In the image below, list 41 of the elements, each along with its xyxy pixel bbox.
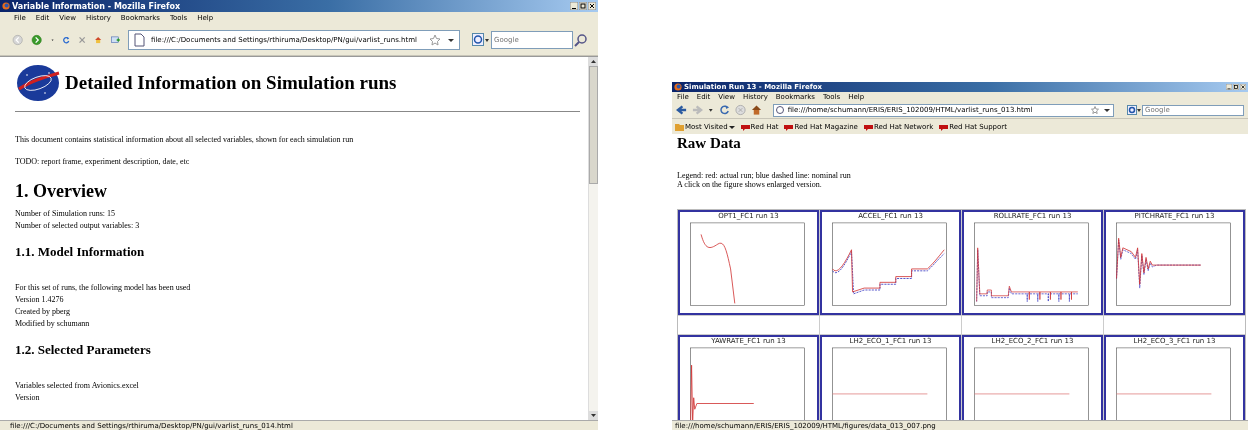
text-line: Version 1.4276 (15, 294, 65, 306)
text-line: Created by pberg (15, 306, 71, 318)
maximize-button[interactable] (1233, 84, 1239, 90)
text-line: This document contains statistical information about all selected variables, shown for each simulation run (15, 134, 355, 146)
subsection-heading: 1.1. Model Information (15, 244, 146, 260)
search-engine-icon[interactable] (472, 32, 490, 47)
star-icon[interactable] (1091, 106, 1100, 114)
home-icon[interactable] (750, 104, 762, 116)
dropdown-icon[interactable] (1103, 106, 1112, 114)
scroll-up-icon[interactable] (589, 57, 598, 66)
star-icon[interactable] (429, 33, 441, 46)
maximize-button[interactable] (579, 2, 587, 10)
text-line: TODO: report frame, experiment description, date, etc (15, 156, 191, 168)
logo-icon[interactable] (15, 63, 61, 103)
scrollbar[interactable] (588, 57, 598, 420)
actual-run-line (700, 234, 736, 304)
actual-run-line (690, 364, 755, 420)
text-line: Modified by schumann (15, 318, 91, 330)
scroll-down-icon[interactable] (589, 411, 598, 420)
minimize-button[interactable] (570, 2, 578, 10)
scroll-thumb[interactable] (589, 66, 598, 184)
text-line: For this set of runs, the following model has been used (15, 282, 192, 294)
text-line: Number of selected output variables: 3 (15, 220, 141, 232)
page-icon[interactable] (775, 106, 784, 114)
text-line: Variables selected from Avionics.excel (15, 380, 140, 392)
subsection-heading: 1.2. Selected Parameters (15, 342, 152, 358)
search-engine-icon[interactable] (1127, 105, 1142, 115)
window-title: Variable Information - Mozilla Firefox (12, 1, 181, 11)
text-line: A click on the figure shows enlarged version. (677, 180, 823, 189)
text-line: Version (15, 392, 41, 404)
page-heading: Detailed Information on Simulation runs (65, 72, 397, 94)
search-icon[interactable] (574, 32, 588, 47)
section-heading: 1. Overview (15, 180, 108, 202)
close-button[interactable] (1240, 84, 1246, 90)
reload-icon[interactable] (718, 104, 730, 116)
page-heading: Raw Data (677, 135, 742, 151)
close-button[interactable] (588, 2, 596, 10)
text-line: Legend: red: actual run; blue dashed line: nominal run (677, 171, 852, 180)
text-line: Number of Simulation runs: 15 (15, 208, 116, 220)
page-icon[interactable] (133, 32, 145, 47)
back-icon[interactable] (676, 104, 688, 116)
